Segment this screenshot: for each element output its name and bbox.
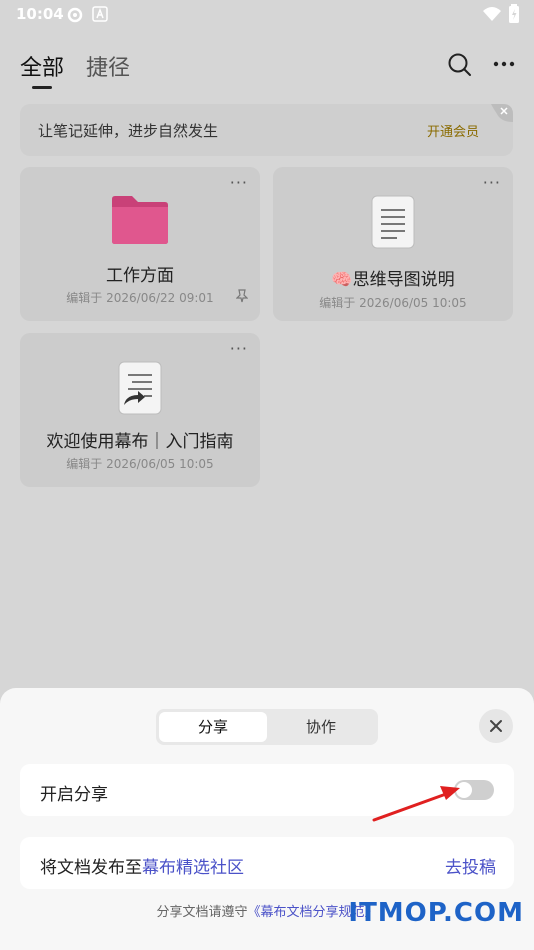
document-card[interactable]: ··· 欢迎使用幕布｜入门指南 编辑于 2026/06/05 10:05 [20,333,260,487]
pin-icon [236,289,248,303]
share-sheet: 分享 协作 开启分享 将文档发布至幕布精选社区 去投稿 分享文档请遵守《幕布文档… [0,688,534,950]
card-title: 🧠思维导图说明 [331,270,455,290]
folder-icon [112,196,168,244]
community-link[interactable]: 幕布精选社区 [142,858,244,878]
battery-icon [509,4,519,23]
shared-document-icon [118,361,162,415]
tab-all[interactable]: 全部 [20,50,64,82]
status-time: 10:04 [16,5,64,23]
search-icon[interactable] [447,52,473,78]
tab-shortcut[interactable]: 捷径 [86,50,130,82]
card-more-button[interactable]: ··· [483,173,501,192]
wifi-icon [483,7,501,21]
enable-share-label: 开启分享 [40,785,108,805]
card-title: 欢迎使用幕布｜入门指南 [46,432,234,452]
upgrade-membership-link[interactable]: 开通会员 [427,121,479,140]
card-date: 编辑于 2026/06/22 09:01 [66,291,214,305]
top-header: 全部 捷径 [0,40,534,100]
card-title: 工作方面 [106,266,174,286]
document-card[interactable]: ··· 🧠思维导图说明 编辑于 2026/06/05 10:05 [273,167,513,321]
footer-prefix: 分享文档请遵守 [156,905,248,920]
publish-prefix: 将文档发布至 [40,858,142,878]
close-icon [490,720,502,732]
folder-card[interactable]: ··· 工作方面 编辑于 2026/06/22 09:01 [20,167,260,321]
enable-share-row: 开启分享 [20,764,514,816]
watermark: ITMOP.COM [348,898,524,928]
card-more-button[interactable]: ··· [230,173,248,192]
tab-share[interactable]: 分享 [159,712,267,742]
card-date: 编辑于 2026/06/05 10:05 [319,296,467,310]
document-icon [371,195,415,249]
publish-label: 将文档发布至幕布精选社区 [40,853,244,878]
tab-collaborate[interactable]: 协作 [267,712,375,742]
close-icon[interactable] [491,104,513,122]
active-tab-indicator [32,86,52,89]
card-more-button[interactable]: ··· [230,339,248,358]
banner-text: 让笔记延伸，进步自然发生 [38,122,219,140]
card-date: 编辑于 2026/06/05 10:05 [66,457,214,471]
toggle-knob [456,782,472,798]
more-options-icon[interactable] [492,60,516,68]
enable-share-toggle[interactable] [454,780,494,800]
sync-icon [67,7,83,23]
status-bar: 10:04 [0,0,534,28]
submit-button[interactable]: 去投稿 [445,853,496,878]
close-sheet-button[interactable] [479,709,513,743]
share-mode-segmented-control: 分享 协作 [156,709,378,745]
membership-banner[interactable]: 让笔记延伸，进步自然发生 开通会员 [20,104,513,156]
app-notification-icon [92,6,108,22]
publish-row[interactable]: 将文档发布至幕布精选社区 去投稿 [20,837,514,889]
